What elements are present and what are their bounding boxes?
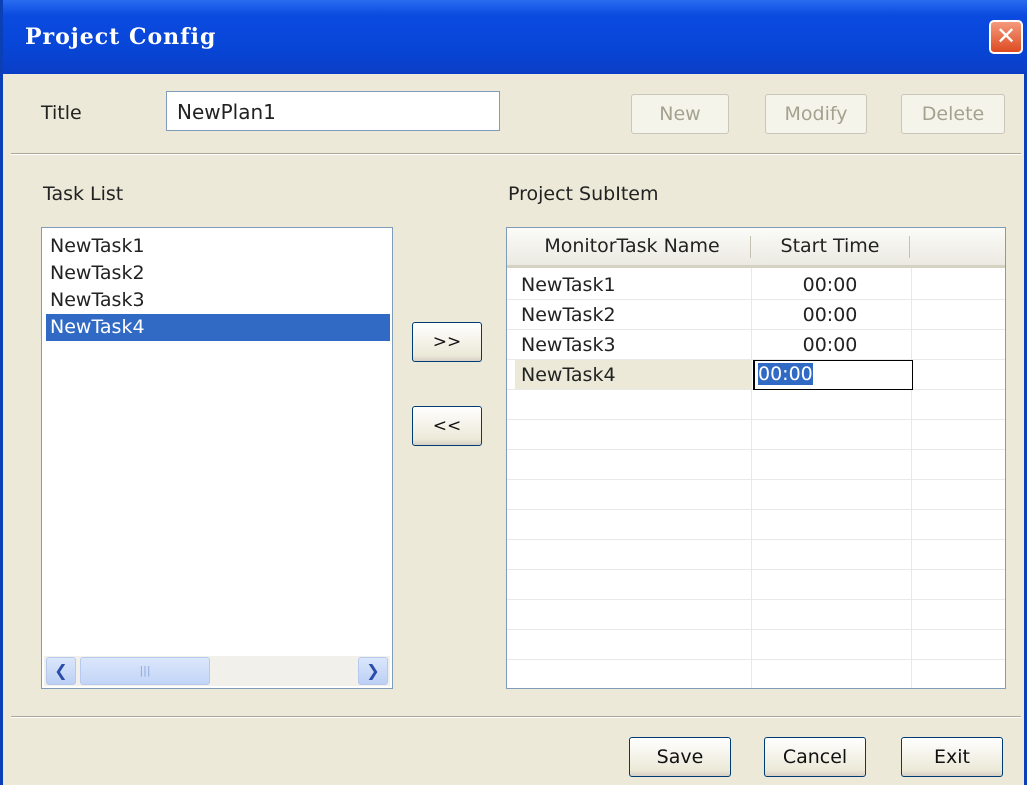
table-cell-name[interactable]: NewTask4 <box>521 360 616 390</box>
title-label: Title <box>41 102 82 124</box>
row-line <box>507 539 1005 540</box>
table-cell-name[interactable]: NewTask2 <box>521 300 616 330</box>
list-item[interactable]: NewTask2 <box>46 260 390 287</box>
list-item[interactable]: NewTask3 <box>46 287 390 314</box>
project-config-window: Project Config ✕ Title NewPlan1 New Modi… <box>0 0 1027 785</box>
add-task-button[interactable]: >> <box>412 322 482 362</box>
delete-button[interactable]: Delete <box>901 94 1005 134</box>
start-time-editor[interactable]: 00:00 <box>753 360 913 390</box>
subitem-grid[interactable]: MonitorTask Name Start Time NewTask1 00:… <box>506 227 1006 689</box>
close-icon[interactable]: ✕ <box>989 20 1023 54</box>
cancel-button[interactable]: Cancel <box>764 737 866 777</box>
row-line <box>507 599 1005 600</box>
horizontal-scrollbar[interactable]: ❮ ||| ❯ <box>44 656 390 686</box>
chevron-right-icon[interactable]: ❯ <box>358 657 388 685</box>
save-button[interactable]: Save <box>629 737 731 777</box>
row-line <box>507 449 1005 450</box>
bottom-divider <box>11 716 1021 718</box>
table-cell-start[interactable]: 00:00 <box>755 330 905 360</box>
modify-button[interactable]: Modify <box>765 94 867 134</box>
row-line <box>507 569 1005 570</box>
exit-button[interactable]: Exit <box>901 737 1003 777</box>
start-time-editor-value: 00:00 <box>758 363 813 385</box>
window-title: Project Config <box>25 24 217 50</box>
list-item-selected[interactable]: NewTask4 <box>46 314 390 341</box>
chevron-left-icon[interactable]: ❮ <box>46 657 76 685</box>
row-line <box>507 509 1005 510</box>
new-button[interactable]: New <box>631 94 729 134</box>
title-bar[interactable]: Project Config ✕ <box>3 0 1027 74</box>
column-header-name[interactable]: MonitorTask Name <box>517 228 747 265</box>
task-list-label: Task List <box>43 183 124 205</box>
scroll-thumb[interactable]: ||| <box>80 657 210 685</box>
remove-task-button[interactable]: << <box>412 406 482 446</box>
project-subitem-label: Project SubItem <box>508 183 659 205</box>
column-line <box>751 268 752 688</box>
column-divider <box>909 236 910 258</box>
table-cell-start[interactable]: 00:00 <box>755 270 905 300</box>
top-divider <box>11 153 1021 155</box>
table-cell-name[interactable]: NewTask3 <box>521 330 616 360</box>
column-line <box>911 268 912 688</box>
grid-header: MonitorTask Name Start Time <box>507 228 1005 268</box>
row-line <box>507 659 1005 660</box>
column-divider <box>750 236 751 258</box>
table-cell-name[interactable]: NewTask1 <box>521 270 616 300</box>
list-item[interactable]: NewTask1 <box>46 233 390 260</box>
task-listbox[interactable]: NewTask1 NewTask2 NewTask3 NewTask4 ❮ ||… <box>41 227 393 689</box>
table-cell-start[interactable]: 00:00 <box>755 300 905 330</box>
row-line <box>507 419 1005 420</box>
row-line <box>507 629 1005 630</box>
column-header-start[interactable]: Start Time <box>755 228 905 265</box>
title-input[interactable]: NewPlan1 <box>166 91 500 131</box>
row-line <box>507 479 1005 480</box>
